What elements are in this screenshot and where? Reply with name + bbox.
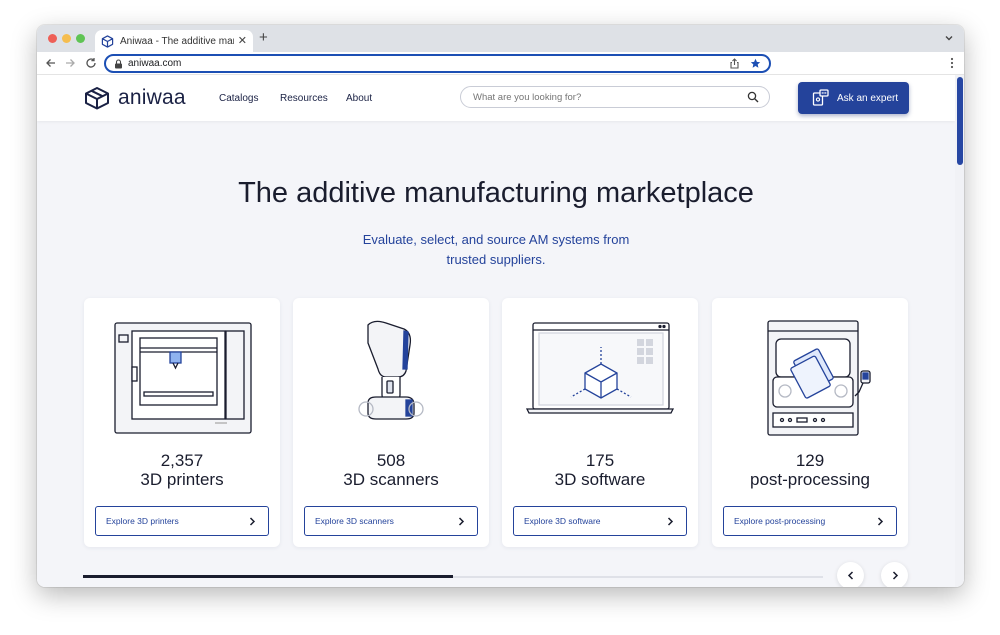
url-text: aniwaa.com <box>128 58 182 69</box>
nav-catalogs[interactable]: Catalogs <box>219 93 258 104</box>
card-label: 3D printers <box>140 470 224 489</box>
reload-icon[interactable] <box>85 57 97 69</box>
carousel-next-button[interactable] <box>881 562 908 587</box>
chevron-right-icon <box>667 516 674 526</box>
search-box[interactable] <box>460 86 770 108</box>
page-scrollbar[interactable] <box>955 75 964 587</box>
chevron-right-icon <box>892 571 898 580</box>
3d-printer-illustration-icon <box>114 322 252 434</box>
minimize-window-button[interactable] <box>62 34 71 43</box>
carousel-progress-track <box>83 575 823 578</box>
explore-3d-printers-button[interactable]: Explore 3D printers <box>95 506 269 536</box>
card-button-label: Explore 3D scanners <box>315 516 394 526</box>
scrollbar-thumb[interactable] <box>957 77 963 165</box>
hero-title: The additive manufacturing marketplace <box>238 177 754 209</box>
maximize-window-button[interactable] <box>76 34 85 43</box>
address-bar[interactable]: aniwaa.com <box>104 54 771 73</box>
chevron-right-icon <box>249 516 256 526</box>
carousel-prev-button[interactable] <box>837 562 864 587</box>
explore-3d-scanners-button[interactable]: Explore 3D scanners <box>304 506 478 536</box>
logo[interactable]: aniwaa <box>83 86 186 110</box>
tab-title: Aniwaa - The additive manufac <box>120 35 234 47</box>
card-button-label: Explore 3D software <box>524 516 601 526</box>
ask-an-expert-button[interactable]: Ask an expert <box>798 82 909 114</box>
lock-icon <box>115 58 122 68</box>
card-label: 3D scanners <box>343 470 439 489</box>
tab-search-chevron-icon[interactable] <box>944 33 954 43</box>
card-label: post-processing <box>749 470 870 489</box>
card-button-label: Explore 3D printers <box>106 516 179 526</box>
card-label: 3D software <box>554 470 646 489</box>
category-card-post-processing[interactable]: 129 post-processing Explore post-process… <box>712 298 908 547</box>
browser-tab[interactable]: Aniwaa - The additive manufac ✕ <box>95 30 253 52</box>
search-icon[interactable] <box>747 91 759 103</box>
post-processing-illustration-icon <box>767 320 871 436</box>
page-content: aniwaa Catalogs Resources About Ask <box>37 75 955 587</box>
share-icon[interactable] <box>729 58 740 69</box>
expert-chat-icon <box>812 89 829 106</box>
3d-software-illustration-icon <box>525 322 675 414</box>
category-card-software[interactable]: 175 3D software Explore 3D software <box>502 298 698 547</box>
chevron-left-icon <box>847 571 853 580</box>
category-card-printers[interactable]: 2,357 3D printers Explore 3D printers <box>84 298 280 547</box>
bookmark-star-icon[interactable] <box>750 58 761 69</box>
aniwaa-logo-icon <box>85 87 109 110</box>
site-header: aniwaa Catalogs Resources About Ask <box>37 75 955 121</box>
3d-scanner-illustration-icon <box>358 320 424 420</box>
cta-label: Ask an expert <box>837 92 899 104</box>
hero-subtitle: Evaluate, select, and source AM systems … <box>362 232 630 267</box>
browser-menu-icon[interactable] <box>950 57 954 69</box>
card-count: 508 <box>376 451 406 470</box>
aniwaa-favicon-icon <box>101 34 114 48</box>
close-window-button[interactable] <box>48 34 57 43</box>
nav-about[interactable]: About <box>346 93 372 104</box>
tab-close-icon[interactable]: ✕ <box>238 35 247 47</box>
card-button-label: Explore post-processing <box>734 516 826 526</box>
card-count: 2,357 <box>160 451 204 470</box>
logo-text: aniwaa <box>118 86 186 109</box>
new-tab-button[interactable]: + <box>259 30 268 45</box>
category-card-scanners[interactable]: 508 3D scanners Explore 3D scanners <box>293 298 489 547</box>
chevron-right-icon <box>458 516 465 526</box>
card-count: 175 <box>585 451 615 470</box>
chevron-right-icon <box>877 516 884 526</box>
back-arrow-icon[interactable] <box>45 57 57 69</box>
forward-arrow-icon[interactable] <box>64 57 76 69</box>
carousel-progress-fill <box>83 575 453 578</box>
browser-window: Aniwaa - The additive manufac ✕ + aniwaa… <box>37 25 964 587</box>
explore-post-processing-button[interactable]: Explore post-processing <box>723 506 897 536</box>
search-input[interactable] <box>473 91 747 103</box>
nav-resources[interactable]: Resources <box>280 93 328 104</box>
tab-strip: Aniwaa - The additive manufac ✕ + <box>37 25 964 52</box>
browser-toolbar: aniwaa.com <box>37 52 964 75</box>
card-count: 129 <box>795 451 825 470</box>
explore-3d-software-button[interactable]: Explore 3D software <box>513 506 687 536</box>
